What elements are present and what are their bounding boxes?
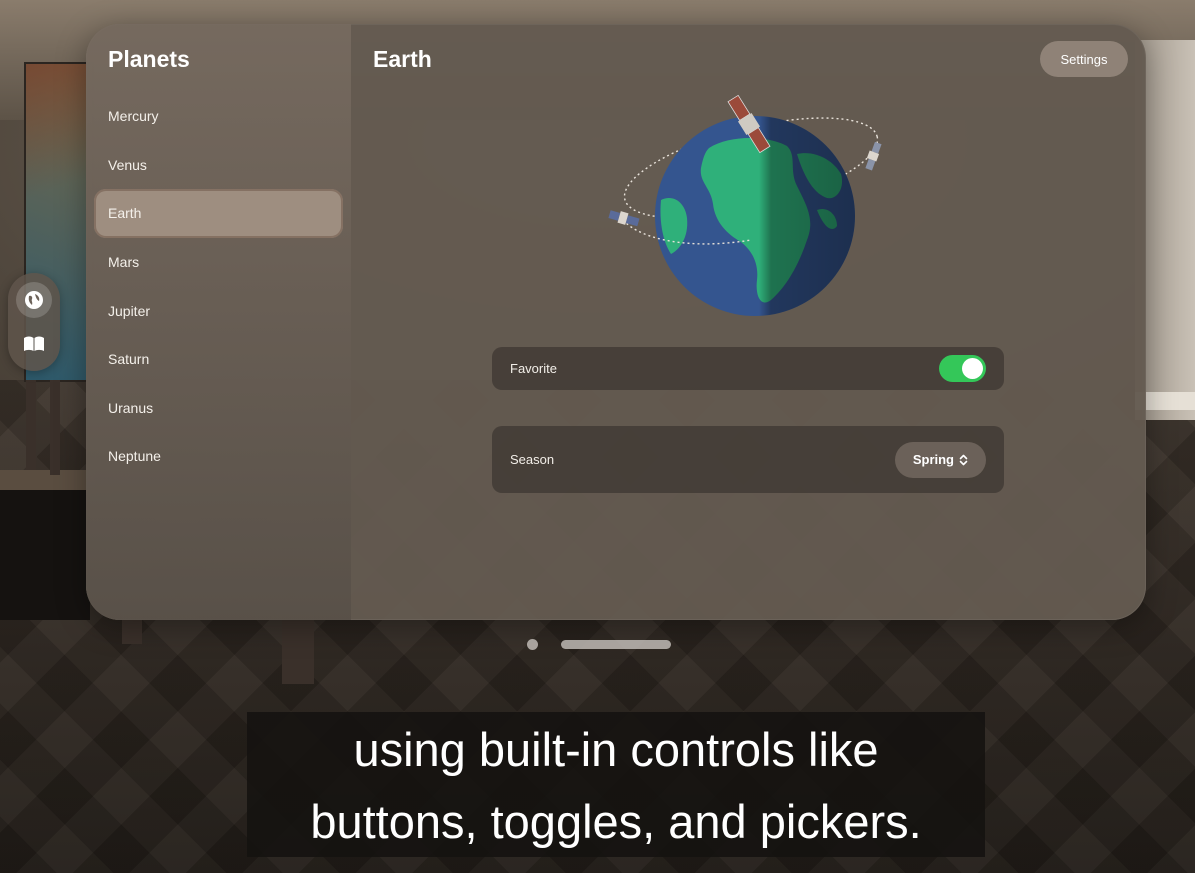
- stand-leg: [26, 380, 36, 470]
- book-icon: [24, 336, 44, 352]
- sidebar-title: Planets: [108, 46, 190, 72]
- toggle-knob: [962, 358, 983, 379]
- tab-planets[interactable]: [16, 281, 52, 318]
- satellite-icon: [865, 141, 882, 171]
- sidebar-item-label: Mercury: [108, 108, 159, 125]
- sidebar-item-venus[interactable]: Venus: [94, 141, 343, 190]
- satellite-icon: [608, 210, 640, 227]
- sidebar-item-label: Venus: [108, 156, 147, 173]
- detail-pane: Earth Settings Favorite Season Spring: [351, 24, 1146, 620]
- page-title: Earth: [373, 46, 432, 72]
- season-row: Season Spring: [492, 426, 1004, 493]
- sidebar-item-mars[interactable]: Mars: [94, 238, 343, 287]
- chevron-updown-icon: [959, 454, 968, 465]
- favorite-row: Favorite: [492, 347, 1004, 390]
- season-picker[interactable]: Spring: [894, 441, 986, 478]
- settings-button[interactable]: Settings: [1040, 41, 1128, 77]
- sidebar-item-mercury[interactable]: Mercury: [94, 92, 343, 141]
- sidebar-item-jupiter[interactable]: Jupiter: [94, 286, 343, 335]
- sidebar-item-label: Jupiter: [108, 302, 151, 319]
- tab-ornament: [8, 273, 60, 371]
- globe-icon: [25, 290, 43, 309]
- planets-window: Planets Mercury Venus Earth Mars Jupiter…: [86, 24, 1146, 620]
- favorite-toggle[interactable]: [939, 355, 986, 382]
- caption-line-2: buttons, toggles, and pickers.: [310, 795, 922, 848]
- favorite-label: Favorite: [510, 361, 557, 376]
- subtitle-caption: using built-in controls like buttons, to…: [247, 712, 985, 857]
- season-picker-value: Spring: [912, 452, 954, 467]
- caption-line-1: using built-in controls like: [353, 723, 879, 776]
- earth-globe-image: [608, 94, 882, 316]
- window-grab-bar[interactable]: [561, 640, 671, 649]
- planet-list: Mercury Venus Earth Mars Jupiter Saturn …: [94, 92, 343, 481]
- stand-leg: [50, 380, 60, 475]
- sidebar-item-neptune[interactable]: Neptune: [94, 432, 343, 481]
- window-close-dot[interactable]: [527, 639, 538, 650]
- sidebar-item-label: Uranus: [108, 399, 154, 416]
- sidebar: Planets Mercury Venus Earth Mars Jupiter…: [86, 24, 351, 620]
- sidebar-item-saturn[interactable]: Saturn: [94, 335, 343, 384]
- earth-model[interactable]: [601, 90, 901, 320]
- season-label: Season: [510, 452, 555, 467]
- sidebar-item-earth[interactable]: Earth: [94, 189, 343, 238]
- sidebar-item-label: Mars: [108, 254, 140, 271]
- sidebar-item-label: Earth: [108, 205, 142, 222]
- display-stand: [0, 490, 90, 620]
- sidebar-item-label: Neptune: [108, 448, 161, 465]
- tab-library[interactable]: [16, 326, 52, 362]
- sidebar-item-uranus[interactable]: Uranus: [94, 384, 343, 433]
- sidebar-item-label: Saturn: [108, 351, 150, 368]
